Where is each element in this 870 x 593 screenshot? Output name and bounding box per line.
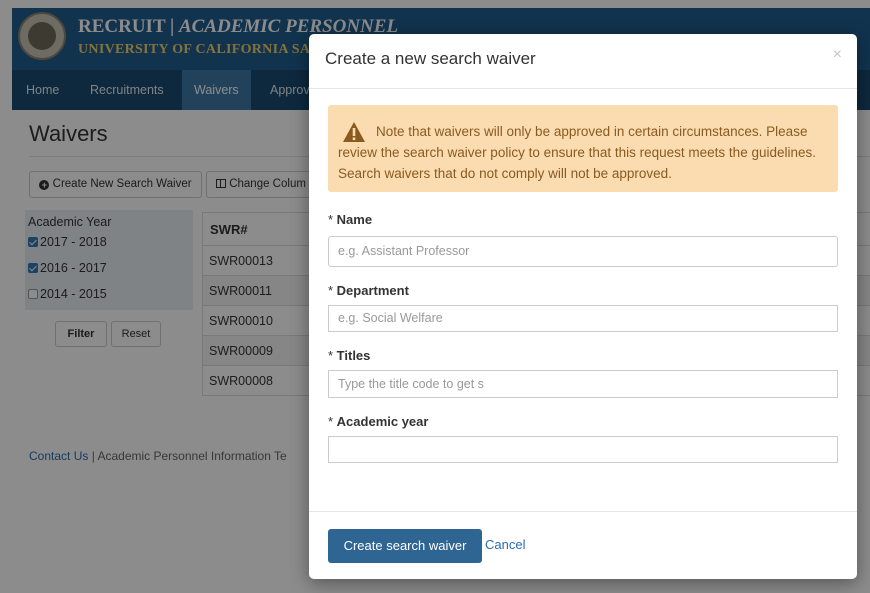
required-marker: * (328, 414, 337, 429)
department-label: * Department (328, 283, 409, 298)
titles-input[interactable]: Type the title code to get s (328, 370, 838, 398)
required-marker: * (328, 348, 337, 363)
modal-header-divider (309, 88, 857, 89)
titles-label: * Titles (328, 348, 371, 363)
policy-warning-alert: Note that waivers will only be approved … (328, 105, 838, 192)
alert-text: Note that waivers will only be approved … (338, 124, 816, 181)
create-search-waiver-modal: Create a new search waiver × Note that w… (309, 34, 857, 579)
name-input[interactable]: e.g. Assistant Professor (328, 236, 838, 267)
required-marker: * (328, 212, 337, 227)
close-icon[interactable]: × (833, 46, 842, 64)
name-label: * Name (328, 212, 373, 227)
cancel-link[interactable]: Cancel (485, 537, 525, 552)
modal-title: Create a new search waiver (325, 49, 536, 68)
modal-footer-divider (309, 511, 857, 512)
department-input[interactable]: e.g. Social Welfare (328, 305, 838, 332)
academic-year-input[interactable] (328, 436, 838, 463)
create-search-waiver-button[interactable]: Create search waiver (328, 529, 482, 563)
required-marker: * (328, 283, 337, 298)
academic-year-label: * Academic year (328, 414, 429, 429)
